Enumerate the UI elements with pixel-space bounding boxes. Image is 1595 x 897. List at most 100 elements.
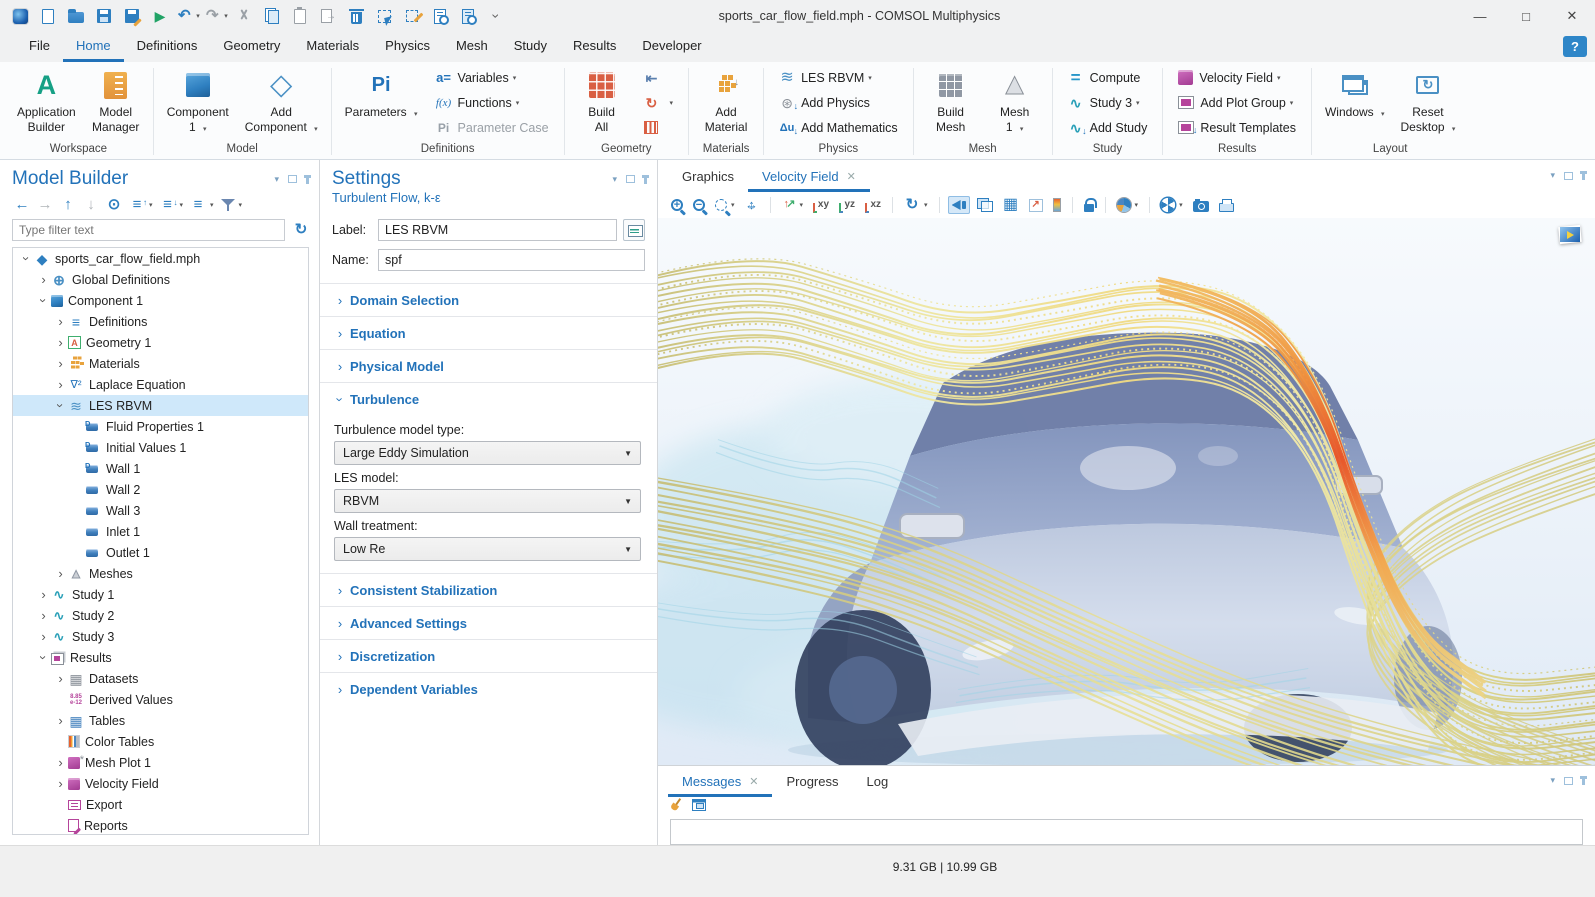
minimize-button[interactable]: — bbox=[1457, 0, 1503, 32]
section-header-discretization[interactable]: › Discretization bbox=[320, 639, 657, 672]
collapse-all-button[interactable]: ▾ bbox=[158, 195, 186, 215]
tree-node-component-1[interactable]: › Component 1 bbox=[13, 290, 308, 311]
ribbon-sync-geom-button[interactable]: ▾ bbox=[637, 91, 681, 114]
menu-definitions[interactable]: Definitions bbox=[124, 32, 211, 62]
menu-study[interactable]: Study bbox=[501, 32, 560, 62]
tree-arrow-icon[interactable]: › bbox=[36, 608, 51, 623]
ribbon-component-1-button[interactable]: Component1 ▾ bbox=[160, 64, 236, 141]
messages-tab-messages[interactable]: Messages ✕ bbox=[668, 765, 772, 797]
menu-developer[interactable]: Developer bbox=[629, 32, 714, 62]
float-icon[interactable] bbox=[1564, 777, 1573, 785]
tree-arrow-icon[interactable]: › bbox=[53, 776, 68, 791]
tree-arrow-icon[interactable]: › bbox=[53, 398, 68, 413]
graphics-canvas[interactable] bbox=[658, 218, 1595, 765]
tree-node-geometry-1[interactable]: › Geometry 1 bbox=[13, 332, 308, 353]
ribbon-add-study-button[interactable]: Add Study bbox=[1061, 116, 1155, 139]
pin-icon[interactable] bbox=[306, 175, 309, 184]
tree-arrow-icon[interactable]: › bbox=[53, 755, 68, 770]
zoom-box-button[interactable]: ▾ bbox=[712, 197, 738, 213]
back-button[interactable] bbox=[12, 195, 32, 215]
ribbon-parameters-button[interactable]: Parameters ▾ bbox=[338, 64, 425, 141]
save-button[interactable] bbox=[92, 4, 116, 28]
float-icon[interactable] bbox=[1564, 172, 1573, 180]
close-tab-icon[interactable]: ✕ bbox=[749, 775, 758, 788]
graphics-tab-graphics[interactable]: Graphics bbox=[668, 160, 748, 192]
menu-physics[interactable]: Physics bbox=[372, 32, 443, 62]
tree-arrow-icon[interactable]: › bbox=[53, 314, 68, 329]
tree-arrow-icon[interactable]: › bbox=[19, 251, 34, 266]
forward-button[interactable] bbox=[35, 195, 55, 215]
tree-node-wall-3[interactable]: Wall 3 bbox=[13, 500, 308, 521]
tree-node-sports-car-flow-field-mph[interactable]: › sports_car_flow_field.mph bbox=[13, 248, 308, 269]
ribbon-windows-button[interactable]: Windows ▾ bbox=[1318, 64, 1392, 141]
chevron-down-icon[interactable]: ▾ bbox=[274, 174, 279, 185]
messages-clear-button[interactable] bbox=[670, 798, 684, 817]
section-header-dependent-variables[interactable]: › Dependent Variables bbox=[320, 672, 657, 705]
ribbon-les-rbvm-button[interactable]: LES RBVM▾ bbox=[772, 66, 905, 89]
search-results-button[interactable] bbox=[456, 4, 480, 28]
rename-icon-button[interactable] bbox=[623, 219, 645, 241]
tree-node-wall-1[interactable]: Wall 1 bbox=[13, 458, 308, 479]
pin-icon[interactable] bbox=[644, 175, 647, 184]
lock-button[interactable] bbox=[1081, 196, 1097, 214]
ribbon-add-plot-group-button[interactable]: Add Plot Group▾ bbox=[1171, 91, 1303, 114]
float-icon[interactable] bbox=[288, 175, 297, 183]
tree-node-color-tables[interactable]: Color Tables bbox=[13, 731, 308, 752]
move-down-button[interactable] bbox=[81, 195, 101, 215]
tree-arrow-icon[interactable]: › bbox=[36, 629, 51, 644]
messages-window-button[interactable] bbox=[692, 798, 706, 816]
pin-icon[interactable] bbox=[1582, 776, 1585, 785]
select-turbulence-model-type[interactable]: Large Eddy Simulation ▼ bbox=[334, 441, 641, 465]
color-legend-button[interactable] bbox=[1050, 196, 1064, 214]
show-grid-button[interactable] bbox=[1000, 195, 1022, 215]
name-input[interactable] bbox=[378, 249, 645, 271]
tree-node-tables[interactable]: › Tables bbox=[13, 710, 308, 731]
refresh-icon[interactable] bbox=[293, 222, 309, 238]
tree-arrow-icon[interactable]: › bbox=[53, 377, 68, 392]
tree-node-results[interactable]: › Results bbox=[13, 647, 308, 668]
tree-node-mesh-plot-1[interactable]: › Mesh Plot 1 bbox=[13, 752, 308, 773]
tree-arrow-icon[interactable]: › bbox=[53, 356, 68, 371]
show-button[interactable] bbox=[104, 195, 124, 215]
zoom-in-button[interactable] bbox=[668, 197, 686, 213]
float-icon[interactable] bbox=[626, 175, 635, 183]
show-axes-button[interactable] bbox=[1026, 197, 1046, 214]
ribbon-parameter-case-button[interactable]: Parameter Case bbox=[429, 116, 556, 139]
clear-selection-button[interactable] bbox=[400, 4, 424, 28]
tree-arrow-icon[interactable]: › bbox=[53, 566, 68, 581]
comsol-logo-button[interactable] bbox=[8, 4, 32, 28]
ribbon-variables-button[interactable]: Variables▾ bbox=[429, 66, 556, 89]
chevron-down-icon[interactable]: ▾ bbox=[612, 174, 617, 185]
ribbon-compute-button[interactable]: Compute bbox=[1061, 66, 1155, 89]
graphics-tab-velocity-field[interactable]: Velocity Field ✕ bbox=[748, 160, 870, 192]
ribbon-build-mesh-button[interactable]: BuildMesh bbox=[920, 64, 982, 141]
filter-input[interactable] bbox=[12, 219, 285, 241]
tree-arrow-icon[interactable]: › bbox=[36, 650, 51, 665]
node-view-button[interactable]: ▾ bbox=[188, 195, 216, 215]
view-xz-button[interactable]: xz bbox=[862, 195, 884, 215]
delete-button[interactable] bbox=[344, 4, 368, 28]
run-button[interactable] bbox=[148, 4, 172, 28]
transparency-button[interactable] bbox=[974, 196, 996, 214]
tree-node-initial-values-1[interactable]: Initial Values 1 bbox=[13, 437, 308, 458]
tree-arrow-icon[interactable]: › bbox=[36, 293, 51, 308]
menu-results[interactable]: Results bbox=[560, 32, 629, 62]
new-file-button[interactable] bbox=[36, 4, 60, 28]
snapshot-button[interactable] bbox=[1190, 196, 1212, 214]
tree-node-inlet-1[interactable]: Inlet 1 bbox=[13, 521, 308, 542]
copy-button[interactable] bbox=[260, 4, 284, 28]
menu-geometry[interactable]: Geometry bbox=[210, 32, 293, 62]
tree-node-datasets[interactable]: › Datasets bbox=[13, 668, 308, 689]
expand-all-button[interactable]: ▾ bbox=[127, 195, 155, 215]
tree-node-wall-2[interactable]: Wall 2 bbox=[13, 479, 308, 500]
ribbon-functions-button[interactable]: Functions▾ bbox=[429, 91, 556, 114]
tree-node-global-definitions[interactable]: › Global Definitions bbox=[13, 269, 308, 290]
section-header-physical-model[interactable]: › Physical Model bbox=[320, 349, 657, 382]
tree-node-meshes[interactable]: › Meshes bbox=[13, 563, 308, 584]
cut-button[interactable] bbox=[232, 4, 256, 28]
ribbon-add-material-button[interactable]: AddMaterial bbox=[695, 64, 757, 141]
maximize-button[interactable]: □ bbox=[1503, 0, 1549, 32]
select-les-model[interactable]: RBVM ▼ bbox=[334, 489, 641, 513]
ribbon-add-component-button[interactable]: AddComponent ▾ bbox=[238, 64, 325, 141]
messages-output-box[interactable] bbox=[670, 819, 1583, 845]
